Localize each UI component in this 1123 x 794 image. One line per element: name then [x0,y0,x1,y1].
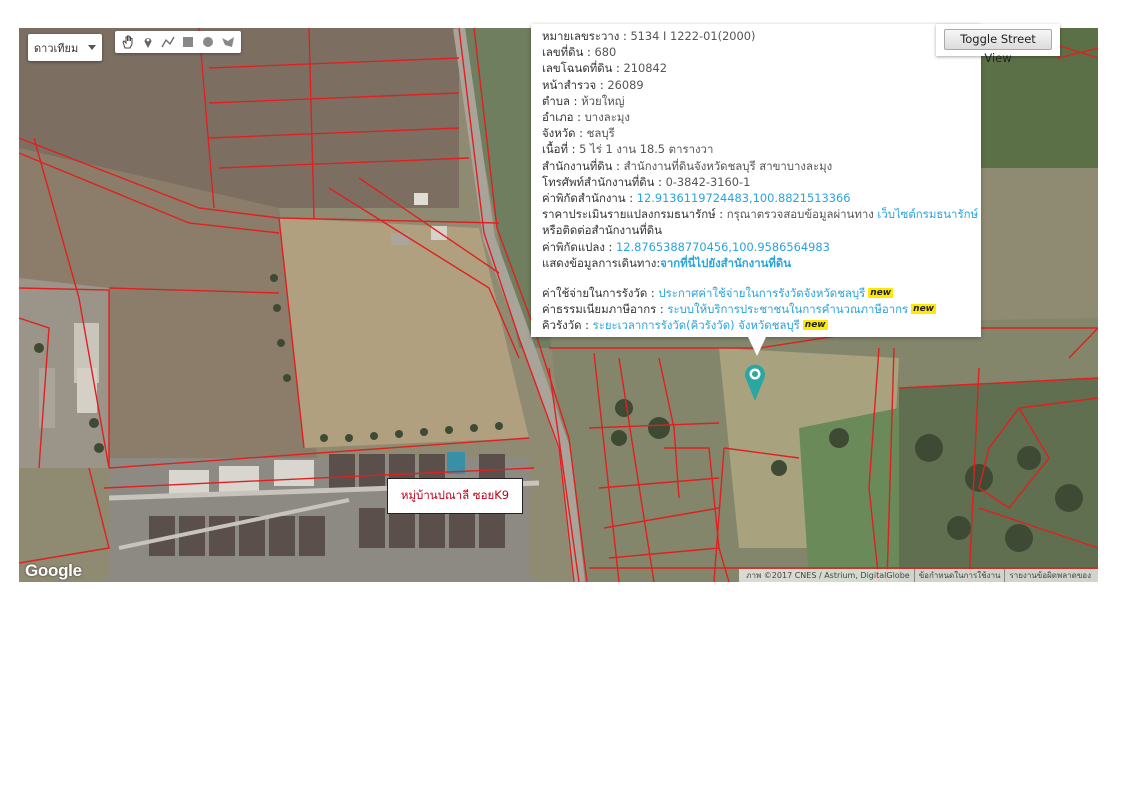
queue-link[interactable]: ระยะเวลาการรังวัด(คิวรังวัด) จังหวัดชลบุ… [593,318,800,332]
report-error-link[interactable]: รายงานข้อผิดพลาดของ [1004,569,1095,582]
hand-icon[interactable] [118,32,138,52]
toggle-street-view-button[interactable]: Toggle Street View [944,29,1052,65]
rectangle-icon[interactable] [178,32,198,52]
parcel-coords-link[interactable]: 12.8765388770456,100.9586564983 [616,240,830,254]
contact-office-row: หรือติดต่อสำนักงานที่ดิน [542,223,662,238]
office-row: สำนักงานที่ดิน : สำนักงานที่ดินจังหวัดชล… [542,158,833,173]
google-logo: Google [25,561,82,580]
amphoe-row: อำเภอ : บางละมุง [542,110,630,125]
map-attribution: ภาพ ©2017 CNES / Astrium, DigitalGlobe ข… [739,569,1098,582]
terms-link[interactable]: ข้อกำหนดในการใช้งาน [913,569,1005,582]
street-view-panel: Toggle Street View [936,24,1060,65]
map-type-selected-label: ดาวเทียม [34,41,79,55]
tax-row: ค่าธรรมเนียมภาษีอากร : ระบบให้บริการประช… [542,302,936,317]
appraisal-row: ราคาประเมินรายแปลงกรมธนารักษ์ : กรุณาตรว… [542,207,978,222]
route-row: แสดงข้อมูลการเดินทาง:จากที่นี่ไปยังสำนัก… [542,255,792,270]
new-badge: new [802,320,828,331]
parcel-coords-row: ค่าพิกัดแปลง : 12.8765388770456,100.9586… [542,239,830,254]
land-no-row: เลขที่ดิน : 680 [542,45,617,60]
fee-row: ค่าใช้จ่ายในการรังวัด : ประกาศค่าใช้จ่าย… [542,286,894,301]
parcel-info-window: หมายเลขระวาง : 5134 I 1222-01(2000) เลขท… [531,24,981,337]
route-link[interactable]: จากที่นี่ไปยังสำนักงานที่ดิน [660,256,791,270]
queue-row: คิวรังวัด : ระยะเวลาการรังวัด(คิวรังวัด)… [542,318,828,333]
office-coords-row: ค่าพิกัดสำนักงาน : 12.9136119724483,100.… [542,191,851,206]
province-row: จังหวัด : ชลบุรี [542,126,615,141]
marker-pin-icon[interactable] [138,32,158,52]
survey-page-row: หน้าสำรวจ : 26089 [542,77,644,92]
chevron-down-icon [88,45,96,50]
office-coords-link[interactable]: 12.9136119724483,100.8821513366 [637,191,851,205]
polyline-icon[interactable] [158,32,178,52]
tax-link[interactable]: ระบบให้บริการประชาชนในการคำนวณภาษีอากร [667,302,908,316]
office-phone-row: โทรศัพท์สำนักงานที่ดิน : 0-3842-3160-1 [542,174,751,189]
new-badge: new [911,304,936,315]
rawang-row: หมายเลขระวาง : 5134 I 1222-01(2000) [542,29,756,43]
new-badge: new [868,288,894,299]
treasury-website-link[interactable]: เว็บไซต์กรมธนารักษ์ [877,207,978,221]
imagery-credit: ภาพ ©2017 CNES / Astrium, DigitalGlobe [746,571,910,580]
polygon-icon[interactable] [218,32,238,52]
circle-icon[interactable] [198,32,218,52]
village-label: หมู่บ้านปณาลี ซอยK9 [387,478,523,514]
area-row: เนื้อที่ : 5 ไร่ 1 งาน 18.5 ตารางวา [542,142,714,157]
fee-link[interactable]: ประกาศค่าใช้จ่ายในการรังวัดจังหวัดชลบุรี [658,286,865,300]
tambon-row: ตำบล : ห้วยใหญ่ [542,93,625,108]
drawing-toolbar [115,31,241,53]
location-marker-icon[interactable] [744,362,766,406]
deed-no-row: เลขโฉนดที่ดิน : 210842 [542,61,667,76]
map-type-select[interactable]: ดาวเทียม [28,34,102,61]
